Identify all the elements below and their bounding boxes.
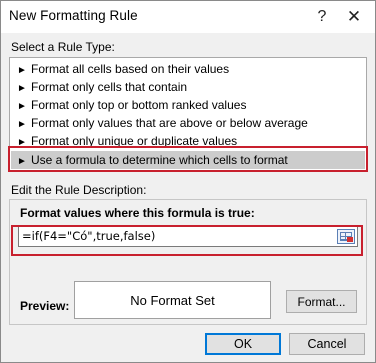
rule-description-label: Edit the Rule Description: [11,183,147,197]
format-button[interactable]: Format... [286,290,357,313]
rule-type-item-label: Format only unique or duplicate values [31,134,238,148]
arrow-right-icon: ► [17,137,27,148]
preview-label: Preview: [20,299,70,313]
arrow-right-icon: ► [17,156,27,167]
rule-type-item-label: Use a formula to determine which cells t… [31,153,288,167]
cancel-button[interactable]: Cancel [289,333,365,355]
ok-button[interactable]: OK [205,333,281,355]
rule-type-item-cells-contain[interactable]: ► Format only cells that contain [11,78,365,96]
rule-type-label: Select a Rule Type: [11,40,115,54]
rule-type-item-above-below-average[interactable]: ► Format only values that are above or be… [11,114,365,132]
rule-type-item-label: Format only cells that contain [31,80,188,94]
rule-type-list[interactable]: ► Format all cells based on their values … [9,57,367,171]
rule-type-item-use-formula[interactable]: ► Use a formula to determine which cells … [11,151,365,169]
rule-type-item-top-bottom[interactable]: ► Format only top or bottom ranked values [11,96,365,114]
close-button[interactable]: ✕ [341,4,367,30]
range-selector-button[interactable] [337,229,355,244]
preview-box: No Format Set [74,281,271,319]
help-icon: ? [317,8,327,25]
formula-input[interactable]: =if(F4="Có",true,false) [18,226,358,247]
help-button[interactable]: ? [309,4,335,30]
new-formatting-rule-dialog: New Formatting Rule ? ✕ Select a Rule Ty… [0,0,376,363]
rule-description-panel: Format values where this formula is true… [9,199,367,325]
close-icon: ✕ [346,7,362,26]
range-selector-arrow-icon [347,237,353,242]
rule-type-item-unique-duplicate[interactable]: ► Format only unique or duplicate values [11,132,365,150]
formula-label: Format values where this formula is true… [20,206,255,220]
dialog-content: Select a Rule Type: ► Format all cells ba… [1,33,375,362]
rule-type-item-label: Format only values that are above or bel… [31,116,308,130]
rule-type-item-label: Format only top or bottom ranked values [31,98,247,112]
rule-type-item-all-values[interactable]: ► Format all cells based on their values [11,60,365,78]
preview-text: No Format Set [130,292,215,308]
rule-type-item-label: Format all cells based on their values [31,62,230,76]
window-title: New Formatting Rule [9,8,138,23]
formula-value: =if(F4="Có",true,false) [22,229,156,243]
title-bar: New Formatting Rule ? ✕ [1,1,375,33]
